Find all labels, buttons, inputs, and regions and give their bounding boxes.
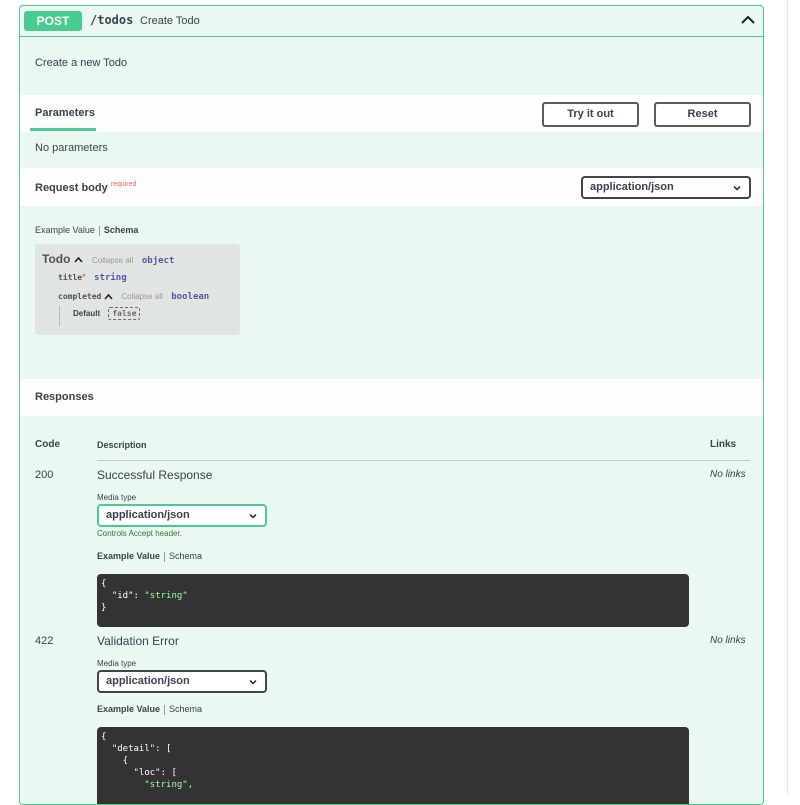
code-line: "detail": [ <box>101 744 172 754</box>
responses-header: Responses <box>20 379 763 416</box>
col-links: Links <box>710 439 737 450</box>
reset-button[interactable]: Reset <box>654 102 751 127</box>
request-body-label: Request body <box>35 182 108 194</box>
no-parameters-text: No parameters <box>35 142 108 154</box>
chevron-down-icon <box>249 679 257 685</box>
code-line: { <box>101 756 129 766</box>
tab-separator <box>98 225 100 236</box>
response-media-type-select[interactable]: application/json <box>97 670 267 693</box>
property-row: title* string <box>58 272 127 283</box>
operation-summary[interactable]: POST /todos Create Todo <box>20 6 763 37</box>
response-links: No links <box>710 469 746 480</box>
nest-line <box>59 306 60 326</box>
example-code-block: { "detail": [ { "loc": [ "string", <box>97 727 689 804</box>
operation-summary-text: Create Todo <box>140 15 200 27</box>
model-type: object <box>141 256 175 266</box>
code-line: } <box>101 603 107 613</box>
col-description: Description <box>97 440 147 450</box>
chevron-down-icon <box>733 185 741 191</box>
code-line: { <box>101 579 107 589</box>
request-body-title: Request body required <box>35 181 137 194</box>
property-type: string <box>94 273 127 283</box>
operation-path: /todos <box>90 13 134 27</box>
response-code: 200 <box>35 469 54 481</box>
default-value: false <box>108 307 141 320</box>
request-example-tabs: Example Value Schema <box>35 225 138 236</box>
response-description: Validation Error <box>97 634 179 648</box>
property-name: completed <box>58 292 102 301</box>
media-type-value: application/json <box>106 675 190 687</box>
response-description: Successful Response <box>97 468 213 482</box>
property-name: title <box>58 273 83 282</box>
col-code: Code <box>35 439 60 450</box>
response-example-tabs: Example Value Schema <box>97 551 202 562</box>
response-code: 422 <box>35 635 54 647</box>
content-type-value: application/json <box>590 181 674 193</box>
code-line: { <box>101 732 107 742</box>
parameters-header: Parameters Try it out Reset <box>20 95 763 132</box>
responses-title: Responses <box>35 391 94 403</box>
model-name: Todo <box>42 252 71 266</box>
code-line-text: "id": "string" <box>101 591 188 601</box>
response-example-tabs: Example Value Schema <box>97 704 202 715</box>
tab-example-value[interactable]: Example Value <box>35 225 95 235</box>
schema-model-box: Todo Collapse all object title* string c… <box>35 244 240 335</box>
tab-example-value[interactable]: Example Value <box>97 704 160 714</box>
code-line: "id": "string" <box>101 590 685 602</box>
required-star: * <box>82 272 86 282</box>
default-row: Default false <box>73 307 141 320</box>
property-row: completed Collapse all boolean <box>58 291 209 302</box>
chevron-up-icon[interactable] <box>74 256 83 264</box>
chevron-up-icon[interactable] <box>738 10 758 30</box>
media-type-label: Media type <box>97 493 137 502</box>
tab-parameters[interactable]: Parameters <box>35 107 95 119</box>
model-meta: Collapse all object <box>92 255 174 266</box>
code-line: "loc": [ <box>101 768 177 778</box>
header-divider <box>97 460 750 461</box>
scrollbar-edge <box>787 0 788 795</box>
request-body-header: Request body required application/json <box>20 168 763 206</box>
chevron-up-icon[interactable] <box>104 293 113 301</box>
response-media-type-select[interactable]: application/json <box>97 504 267 527</box>
tab-schema[interactable]: Schema <box>169 551 202 561</box>
default-label: Default <box>73 309 101 318</box>
response-links: No links <box>710 635 746 646</box>
tab-separator <box>164 551 166 562</box>
media-type-label: Media type <box>97 659 137 668</box>
collapse-all-link[interactable]: Collapse all <box>92 256 133 265</box>
controls-accept-text: Controls Accept header. <box>97 529 182 538</box>
operation-description: Create a new Todo <box>35 57 128 69</box>
post-todos-operation: POST /todos Create Todo Create a new Tod… <box>19 5 764 805</box>
media-type-value: application/json <box>106 509 190 521</box>
method-badge: POST <box>24 11 82 31</box>
try-it-out-button[interactable]: Try it out <box>542 102 639 127</box>
example-code-block: { "id": "string"} <box>97 574 689 627</box>
property-type: boolean <box>171 292 210 302</box>
tab-separator <box>164 704 166 715</box>
chevron-down-icon <box>249 513 257 519</box>
required-label: required <box>110 181 137 188</box>
collapse-all-link[interactable]: Collapse all <box>121 292 162 301</box>
code-line: "string", <box>101 780 194 790</box>
tab-schema[interactable]: Schema <box>169 704 202 714</box>
tab-schema[interactable]: Schema <box>104 225 139 235</box>
tab-underline <box>30 128 96 131</box>
content-type-select[interactable]: application/json <box>581 176 751 199</box>
tab-example-value[interactable]: Example Value <box>97 551 160 561</box>
model-title: Todo <box>42 252 83 266</box>
